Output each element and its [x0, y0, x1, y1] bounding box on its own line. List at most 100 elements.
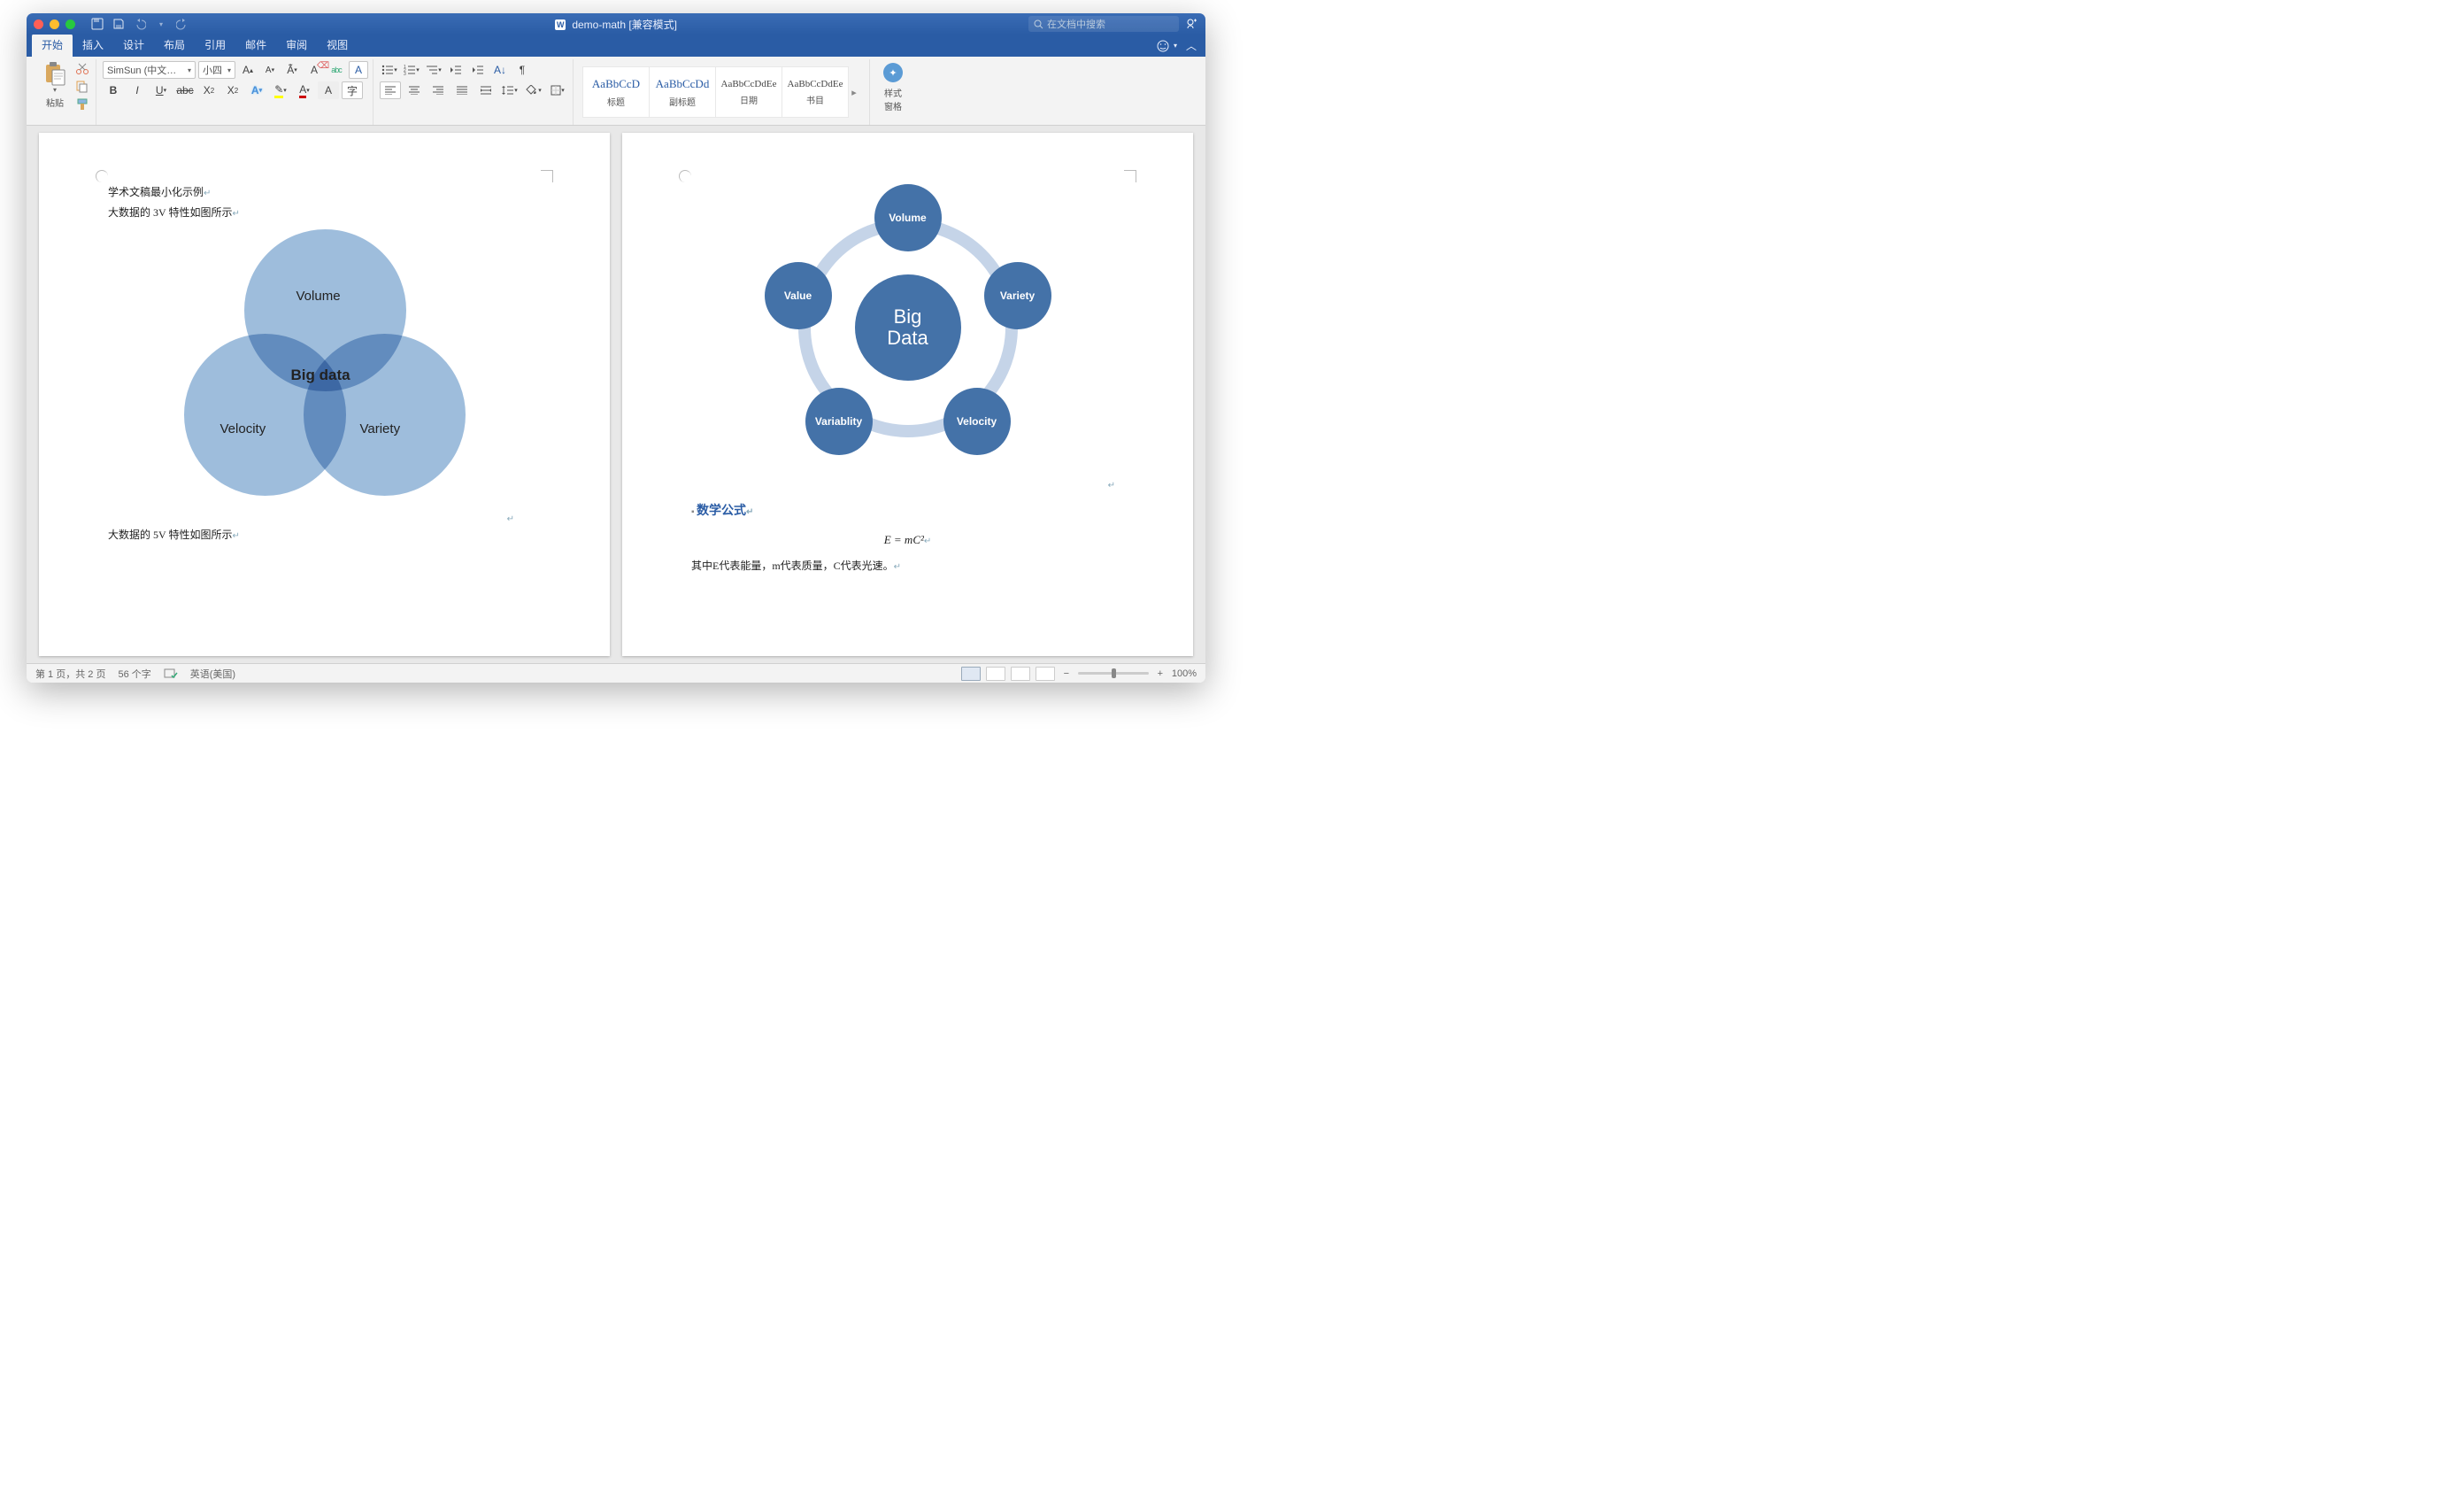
- char-border-icon[interactable]: A: [349, 61, 368, 79]
- decrease-indent-icon[interactable]: [446, 61, 466, 79]
- feedback-icon[interactable]: [1156, 39, 1170, 53]
- enclose-char-icon[interactable]: 字: [342, 81, 363, 99]
- status-page[interactable]: 第 1 页，共 2 页: [35, 667, 105, 681]
- change-case-icon[interactable]: A͊▾: [282, 61, 302, 79]
- numbering-icon[interactable]: 123▾: [402, 61, 421, 79]
- svg-text:3: 3: [404, 72, 406, 75]
- cycle-hub: Big Data: [855, 274, 961, 381]
- undo-icon[interactable]: [134, 18, 146, 30]
- tab-review[interactable]: 审阅: [276, 34, 317, 57]
- highlight-icon[interactable]: ✎▾: [270, 81, 291, 99]
- justify-icon[interactable]: [451, 81, 473, 99]
- font-size-combo[interactable]: 小四▾: [198, 61, 235, 79]
- align-right-icon[interactable]: [427, 81, 449, 99]
- sort-icon[interactable]: A↓: [490, 61, 510, 79]
- align-left-icon[interactable]: [380, 81, 401, 99]
- style-subtitle[interactable]: AaBbCcDd副标题: [649, 66, 716, 118]
- underline-button[interactable]: U▾: [150, 81, 172, 99]
- body-text: 大数据的 3V 特性如图所示: [108, 206, 232, 219]
- style-heading[interactable]: AaBbCcD标题: [582, 66, 650, 118]
- styles-pane-icon[interactable]: ✦: [883, 63, 903, 82]
- show-marks-icon[interactable]: ¶: [512, 61, 532, 79]
- font-color-icon[interactable]: A▾: [294, 81, 315, 99]
- bullets-icon[interactable]: ▾: [380, 61, 399, 79]
- text-effects-icon[interactable]: A▾: [246, 81, 267, 99]
- style-date[interactable]: AaBbCcDdEe日期: [715, 66, 782, 118]
- close-window[interactable]: [34, 19, 43, 29]
- collapse-ribbon-icon[interactable]: ︿: [1186, 38, 1197, 53]
- italic-button[interactable]: I: [127, 81, 148, 99]
- cycle-node: Velocity: [943, 388, 1011, 455]
- zoom-slider[interactable]: [1078, 672, 1149, 675]
- superscript-button[interactable]: X2: [222, 81, 243, 99]
- redo-icon[interactable]: [176, 18, 189, 30]
- tab-design[interactable]: 设计: [113, 34, 154, 57]
- autosave-icon[interactable]: [91, 18, 104, 30]
- phonetic-guide-icon[interactable]: abc: [327, 61, 346, 79]
- quick-access-toolbar: ▾: [91, 18, 189, 30]
- styles-more-icon[interactable]: ▸: [848, 87, 860, 98]
- view-web-layout[interactable]: [986, 667, 1005, 681]
- font-name-combo[interactable]: SimSun (中文…▾: [103, 61, 196, 79]
- cycle-node: Volume: [874, 184, 942, 251]
- zoom-out-icon[interactable]: −: [1060, 668, 1073, 679]
- clipboard-group: ▾ 粘贴: [32, 59, 96, 125]
- increase-indent-icon[interactable]: [468, 61, 488, 79]
- cut-icon[interactable]: [75, 63, 89, 75]
- bold-button[interactable]: B: [103, 81, 124, 99]
- align-center-icon[interactable]: [404, 81, 425, 99]
- zoom-window[interactable]: [65, 19, 75, 29]
- venn-label: Velocity: [220, 421, 266, 436]
- page-2[interactable]: Big Data Volume Variety Velocity Variabl…: [622, 133, 1193, 656]
- search-icon: [1034, 19, 1043, 29]
- para-mark-icon: ↵: [894, 562, 901, 572]
- view-print-layout[interactable]: [961, 667, 981, 681]
- style-bibliography[interactable]: AaBbCcDdEe书目: [782, 66, 849, 118]
- distribute-icon[interactable]: [475, 81, 497, 99]
- tab-insert[interactable]: 插入: [73, 34, 113, 57]
- feedback-dropdown[interactable]: ▾: [1174, 42, 1177, 50]
- save-icon[interactable]: [112, 18, 125, 30]
- venn-diagram[interactable]: Volume Velocity Variety Big data: [183, 228, 466, 512]
- clear-format-icon[interactable]: A⌫: [304, 61, 324, 79]
- strikethrough-button[interactable]: abc: [174, 81, 196, 99]
- subscript-button[interactable]: X2: [198, 81, 219, 99]
- copy-icon[interactable]: [75, 81, 89, 93]
- zoom-in-icon[interactable]: +: [1154, 668, 1167, 679]
- tab-layout[interactable]: 布局: [154, 34, 195, 57]
- borders-icon[interactable]: ▾: [547, 81, 568, 99]
- tab-references[interactable]: 引用: [195, 34, 235, 57]
- format-painter-icon[interactable]: [75, 98, 89, 111]
- undo-dropdown[interactable]: ▾: [155, 18, 167, 30]
- font-group: SimSun (中文…▾ 小四▾ A▴ A▾ A͊▾ A⌫ abc A B I …: [98, 59, 373, 125]
- paste-label: 粘贴: [46, 96, 64, 109]
- paste-dropdown[interactable]: ▾: [53, 86, 57, 94]
- tab-view[interactable]: 视图: [317, 34, 358, 57]
- multilevel-list-icon[interactable]: ▾: [424, 61, 443, 79]
- view-outline[interactable]: [1011, 667, 1030, 681]
- zoom-level[interactable]: 100%: [1172, 668, 1197, 679]
- document-area[interactable]: 学术文稿最小化示例↵ 大数据的 3V 特性如图所示↵ Volume Veloci…: [27, 126, 1205, 663]
- paragraph-group: ▾ 123▾ ▾ A↓ ¶ ▾ ▾ ▾: [375, 59, 574, 125]
- char-shading-icon[interactable]: A: [318, 81, 339, 99]
- minimize-window[interactable]: [50, 19, 59, 29]
- view-draft[interactable]: [1036, 667, 1055, 681]
- page-1[interactable]: 学术文稿最小化示例↵ 大数据的 3V 特性如图所示↵ Volume Veloci…: [39, 133, 610, 656]
- tab-home[interactable]: 开始: [32, 34, 73, 57]
- paste-icon[interactable]: [43, 61, 66, 86]
- spellcheck-icon[interactable]: [164, 668, 178, 680]
- shrink-font-icon[interactable]: A▾: [260, 61, 280, 79]
- cycle-node: Variety: [984, 262, 1051, 329]
- tab-mailings[interactable]: 邮件: [235, 34, 276, 57]
- styles-pane-group: ✦ 样式 窗格: [869, 59, 916, 125]
- grow-font-icon[interactable]: A▴: [238, 61, 258, 79]
- para-mark-icon: ↵: [204, 189, 211, 198]
- shading-icon[interactable]: ▾: [523, 81, 544, 99]
- line-spacing-icon[interactable]: ▾: [499, 81, 520, 99]
- styles-pane-label: 样式 窗格: [884, 86, 902, 112]
- share-icon[interactable]: [1186, 18, 1198, 30]
- status-language[interactable]: 英语(美国): [190, 667, 235, 681]
- cycle-diagram[interactable]: Big Data Volume Variety Velocity Variabl…: [758, 177, 1059, 478]
- search-input[interactable]: 在文档中搜索: [1028, 16, 1179, 32]
- status-word-count[interactable]: 56 个字: [118, 667, 150, 681]
